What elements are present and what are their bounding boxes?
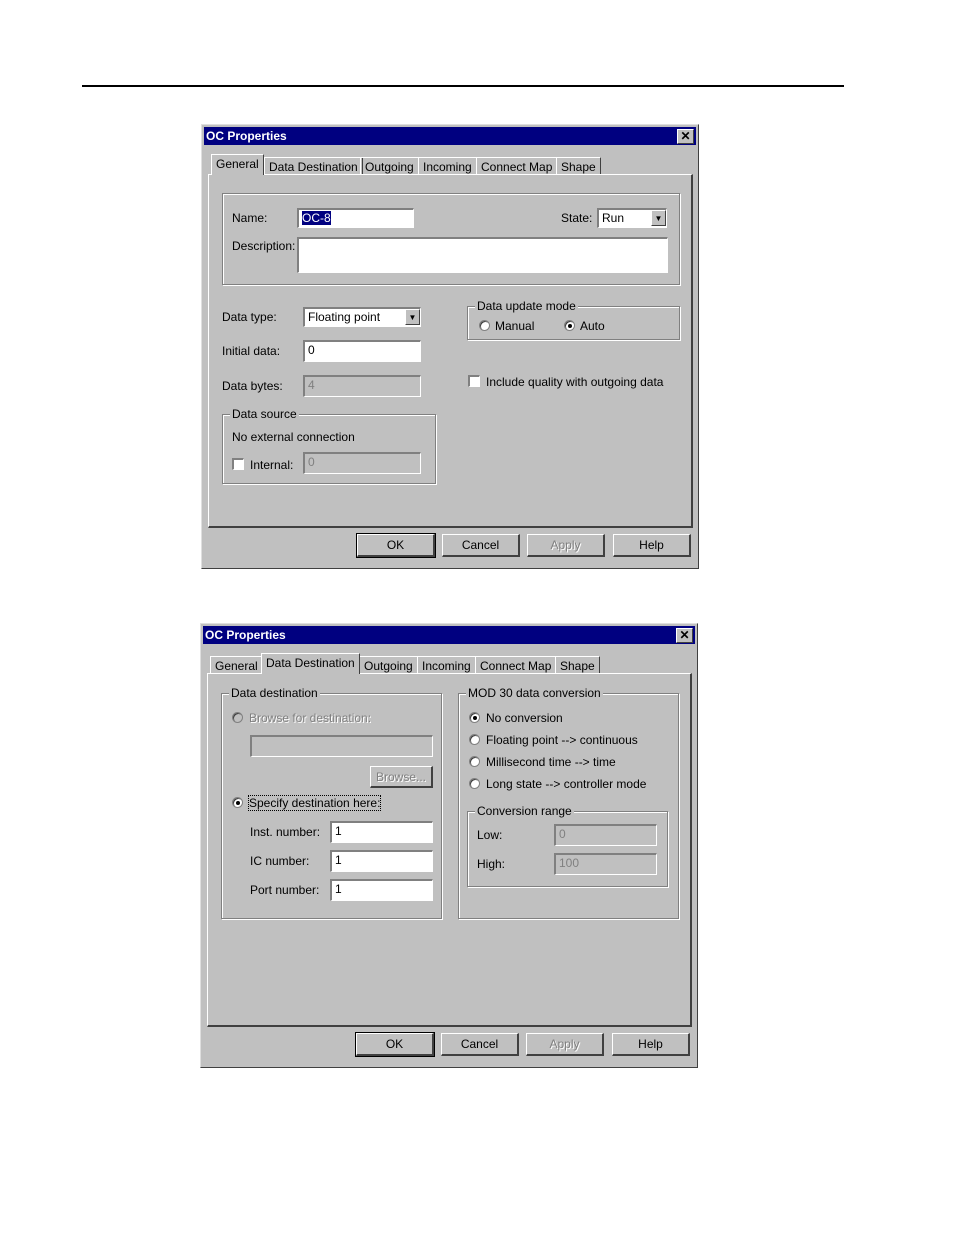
internal-label: Internal: <box>250 458 294 472</box>
tab-panel: Name: OC-8 State: Run ▼ Description: Dat… <box>208 174 693 528</box>
ok-button[interactable]: OK <box>355 1032 435 1057</box>
no-conversion-label: No conversion <box>486 711 563 725</box>
radio-selected-dot <box>568 324 572 328</box>
tab-general[interactable]: General <box>211 154 264 175</box>
close-icon[interactable]: ✕ <box>677 129 694 144</box>
initial-data-field[interactable]: 0 <box>303 340 421 362</box>
oc-properties-dialog-general: OC Properties ✕ General Data Destination… <box>201 124 699 569</box>
browse-button[interactable]: Browse... <box>370 766 433 788</box>
manual-label: Manual <box>495 319 535 333</box>
auto-radio[interactable] <box>564 320 575 331</box>
include-quality-label: Include quality with outgoing data <box>486 375 664 389</box>
tab-incoming[interactable]: Incoming <box>418 157 477 175</box>
dialog-title: OC Properties <box>206 129 287 143</box>
tab-general[interactable]: General <box>210 656 263 674</box>
title-bar: OC Properties ✕ <box>203 626 695 644</box>
ok-button[interactable]: OK <box>356 533 436 558</box>
name-label: Name: <box>232 211 268 225</box>
chevron-down-icon[interactable]: ▼ <box>651 210 666 226</box>
browse-radio-label: Browse for destination: <box>249 711 372 725</box>
state-label: State: <box>561 211 593 225</box>
state-select[interactable]: Run ▼ <box>597 208 667 228</box>
ic-number-field[interactable]: 1 <box>330 850 433 872</box>
tab-connect-map[interactable]: Connect Map <box>476 157 558 175</box>
cancel-button[interactable]: Cancel <box>441 1033 519 1056</box>
low-label: Low: <box>477 828 503 842</box>
name-field[interactable]: OC-8 <box>297 208 414 228</box>
inst-number-field[interactable]: 1 <box>330 821 433 843</box>
ms-time-radio[interactable] <box>469 756 480 767</box>
internal-field: 0 <box>303 452 421 474</box>
description-label: Description: <box>232 239 296 253</box>
mod30-conversion-label: MOD 30 data conversion <box>466 686 603 700</box>
close-icon[interactable]: ✕ <box>676 628 693 643</box>
port-number-field[interactable]: 1 <box>330 879 433 901</box>
port-number-label: Port number: <box>250 883 320 897</box>
low-field: 0 <box>554 824 657 846</box>
name-value: OC-8 <box>302 211 331 225</box>
tab-data-destination[interactable]: Data Destination <box>261 653 360 674</box>
apply-button[interactable]: Apply <box>527 534 605 557</box>
radio-selected-dot <box>473 716 477 720</box>
long-state-radio[interactable] <box>469 778 480 789</box>
state-value: Run <box>602 211 625 225</box>
tab-data-destination[interactable]: Data Destination <box>264 157 363 175</box>
ic-number-label: IC number: <box>250 854 310 868</box>
apply-button[interactable]: Apply <box>526 1033 604 1056</box>
tab-outgoing[interactable]: Outgoing <box>359 656 418 674</box>
high-label: High: <box>477 857 506 871</box>
initial-data-label: Initial data: <box>222 344 281 358</box>
specify-radio-label: Specify destination here: <box>247 795 382 811</box>
radio-selected-dot <box>236 801 240 805</box>
tab-connect-map[interactable]: Connect Map <box>475 656 557 674</box>
ms-time-label: Millisecond time --> time <box>486 755 616 769</box>
chevron-down-icon[interactable]: ▼ <box>405 309 420 325</box>
title-bar: OC Properties ✕ <box>204 127 696 145</box>
data-type-value: Floating point <box>308 310 381 324</box>
tab-incoming[interactable]: Incoming <box>417 656 476 674</box>
data-bytes-label: Data bytes: <box>222 379 283 393</box>
tab-shape[interactable]: Shape <box>556 157 601 175</box>
float-continuous-label: Floating point --> continuous <box>486 733 638 747</box>
data-destination-label: Data destination <box>229 686 320 700</box>
browse-radio[interactable] <box>232 712 243 723</box>
float-continuous-radio[interactable] <box>469 734 480 745</box>
manual-radio[interactable] <box>479 320 490 331</box>
internal-checkbox[interactable] <box>232 458 244 470</box>
tab-outgoing[interactable]: Outgoing <box>360 157 419 175</box>
conversion-range-group: Conversion range <box>467 804 668 887</box>
browse-field <box>250 735 433 757</box>
no-conversion-radio[interactable] <box>469 712 480 723</box>
auto-label: Auto <box>580 319 605 333</box>
help-button[interactable]: Help <box>612 1033 690 1056</box>
tab-shape[interactable]: Shape <box>555 656 600 674</box>
data-type-select[interactable]: Floating point ▼ <box>303 307 421 327</box>
oc-properties-dialog-destination: OC Properties ✕ General Data Destination… <box>200 623 698 1068</box>
inst-number-label: Inst. number: <box>250 825 321 839</box>
conversion-range-label: Conversion range <box>475 804 574 818</box>
dialog-title: OC Properties <box>205 628 286 642</box>
data-bytes-field: 4 <box>303 375 421 397</box>
long-state-label: Long state --> controller mode <box>486 777 647 791</box>
data-source-label: Data source <box>230 407 299 421</box>
description-field[interactable] <box>297 237 668 273</box>
high-field: 100 <box>554 853 657 875</box>
data-type-label: Data type: <box>222 310 277 324</box>
tab-panel: Data destination Browse for destination:… <box>207 673 692 1027</box>
page-rule <box>82 85 844 87</box>
specify-radio[interactable] <box>232 797 243 808</box>
data-update-mode-label: Data update mode <box>475 299 578 313</box>
help-button[interactable]: Help <box>613 534 691 557</box>
data-source-text: No external connection <box>232 430 355 444</box>
include-quality-checkbox[interactable] <box>468 375 480 387</box>
cancel-button[interactable]: Cancel <box>442 534 520 557</box>
